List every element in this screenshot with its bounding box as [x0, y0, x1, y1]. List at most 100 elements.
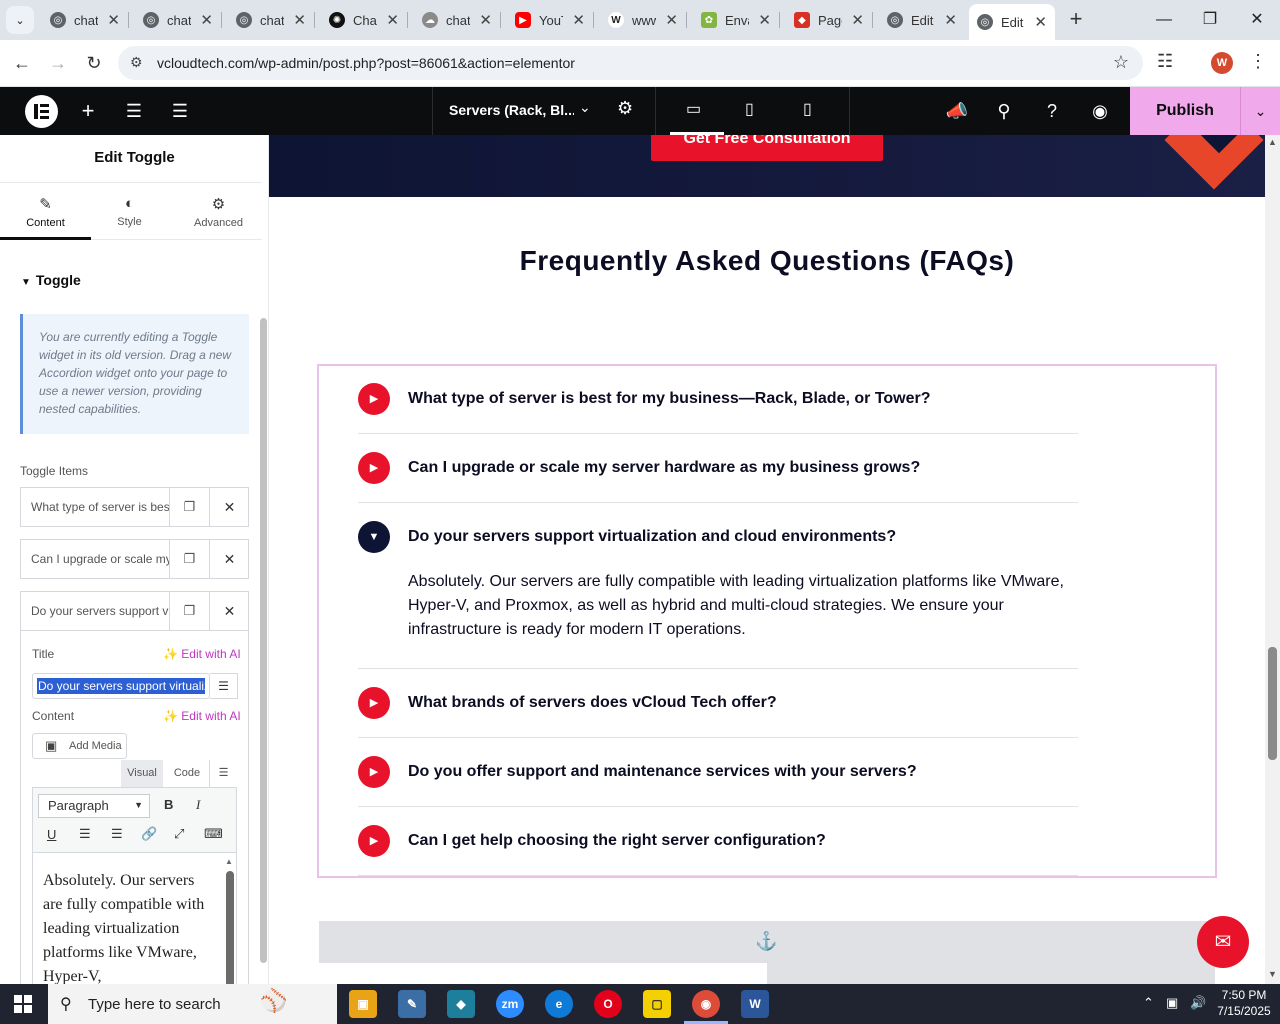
title-input[interactable]: Do your servers support virtualization a… — [32, 673, 210, 699]
faq-item[interactable]: ▶ What brands of servers does vCloud Tec… — [358, 669, 1078, 738]
close-tab-icon[interactable]: ✕ — [386, 11, 399, 29]
browser-tab[interactable]: W www ✕ — [600, 4, 686, 36]
browser-tab[interactable]: ◆ Page ✕ — [786, 4, 872, 36]
duplicate-icon[interactable]: ❐ — [169, 488, 209, 526]
tab-advanced[interactable]: ⚙ Advanced — [173, 183, 264, 240]
site-info-icon[interactable]: ⚙ — [130, 54, 143, 71]
dynamic-tags-icon[interactable]: ☰ — [209, 760, 237, 787]
browser-tab-active[interactable]: ◎ Edit ✕ — [969, 4, 1055, 40]
faq-item[interactable]: ▶ Can I upgrade or scale my server hardw… — [358, 434, 1078, 503]
close-tab-icon[interactable]: ✕ — [944, 11, 957, 29]
scroll-down-icon[interactable]: ▼ — [1268, 969, 1277, 979]
fullscreen-icon[interactable]: ⤢ — [174, 826, 184, 842]
notifications-megaphone-icon[interactable]: 📣 — [945, 99, 969, 123]
new-tab-button[interactable]: + — [1064, 8, 1088, 32]
toolbar-toggle-icon[interactable]: ⌨ — [204, 826, 223, 842]
mobile-icon[interactable]: ▯ — [803, 99, 812, 119]
close-tab-icon[interactable]: ✕ — [200, 11, 213, 29]
repeater-item-open[interactable]: Do your servers support virtualization a… — [20, 591, 249, 631]
tab-style[interactable]: ◐ Style — [84, 183, 175, 240]
add-element-icon[interactable]: + — [76, 99, 100, 123]
browser-tab[interactable]: ◎ Edit ✕ — [879, 4, 965, 36]
tab-code[interactable]: Code — [167, 760, 207, 787]
scroll-up-icon[interactable]: ▲ — [225, 857, 233, 866]
back-arrow-icon[interactable]: ← — [9, 50, 35, 76]
editor-scrollbar[interactable] — [226, 871, 234, 984]
volume-icon[interactable]: 🔊 — [1190, 995, 1206, 1011]
minimize-icon[interactable]: — — [1152, 8, 1176, 32]
app-diamond-icon[interactable]: ◆ — [447, 990, 475, 1018]
section-toggle-header[interactable]: ▼ Toggle — [21, 272, 81, 288]
bold-icon[interactable]: B — [164, 797, 173, 812]
repeater-item[interactable]: What type of server is best for my busin… — [20, 487, 249, 527]
dynamic-tags-icon[interactable]: ☰ — [210, 673, 238, 699]
browser-menu-icon[interactable]: ⋮ — [1249, 51, 1267, 72]
edit-with-ai-link[interactable]: ✨ Edit with AI — [163, 709, 241, 723]
close-tab-icon[interactable]: ✕ — [665, 11, 678, 29]
file-explorer-icon[interactable]: ▣ — [349, 990, 377, 1018]
scroll-up-icon[interactable]: ▲ — [1268, 137, 1277, 147]
tray-chevron-up-icon[interactable]: ⌃ — [1143, 995, 1154, 1011]
numbered-list-icon[interactable]: ☰ — [111, 826, 123, 842]
sticky-notes-icon[interactable]: ▢ — [643, 990, 671, 1018]
close-tab-icon[interactable]: ✕ — [1034, 13, 1047, 31]
chat-bubble-icon[interactable]: ✉ — [1197, 916, 1249, 968]
format-select[interactable]: Paragraph ▼ — [38, 794, 150, 818]
word-icon[interactable]: W — [741, 990, 769, 1018]
restore-icon[interactable]: ❐ — [1198, 8, 1222, 32]
page-selector[interactable]: Servers (Rack, Bl... ⌄ ⚙ — [432, 87, 656, 135]
scrollbar-thumb[interactable] — [1268, 647, 1277, 760]
browser-tab[interactable]: ◎ chat ✕ — [42, 4, 128, 36]
close-tab-icon[interactable]: ✕ — [758, 11, 771, 29]
tab-visual[interactable]: Visual — [121, 760, 163, 787]
zoom-icon[interactable]: zm — [496, 990, 524, 1018]
browser-tab[interactable]: ☁ chat ✕ — [414, 4, 500, 36]
browser-tab[interactable]: ◎ chat ✕ — [228, 4, 314, 36]
faq-item[interactable]: ▶ What type of server is best for my bus… — [358, 365, 1078, 434]
duplicate-icon[interactable]: ❐ — [169, 540, 209, 578]
faq-item[interactable]: ▶ Do you offer support and maintenance s… — [358, 738, 1078, 807]
remove-icon[interactable]: ✕ — [209, 488, 249, 526]
edge-icon[interactable]: e — [545, 990, 573, 1018]
bullet-list-icon[interactable]: ☰ — [79, 826, 91, 842]
close-tab-icon[interactable]: ✕ — [293, 11, 306, 29]
bookmark-star-icon[interactable]: ☆ — [1113, 52, 1129, 73]
reload-icon[interactable]: ↻ — [81, 50, 107, 76]
address-bar[interactable]: ⚙ vcloudtech.com/wp-admin/post.php?post=… — [118, 46, 1143, 80]
add-media-button[interactable]: ▣ Add Media — [32, 733, 127, 759]
underline-icon[interactable]: U — [47, 827, 56, 842]
tablet-icon[interactable]: ▯ — [745, 99, 754, 119]
edit-with-ai-link[interactable]: ✨ Edit with AI — [163, 647, 241, 661]
extensions-icon[interactable]: ☷ — [1157, 51, 1173, 72]
browser-tab[interactable]: ✺ Chat ✕ — [321, 4, 407, 36]
faq-item[interactable]: ▶ Can I get help choosing the right serv… — [358, 807, 1078, 876]
page-settings-gear-icon[interactable]: ⚙ — [617, 98, 633, 119]
paint-app-icon[interactable]: ✎ — [398, 990, 426, 1018]
close-window-icon[interactable]: ✕ — [1245, 8, 1269, 32]
structure-layers-icon[interactable]: ☰ — [168, 99, 192, 123]
close-tab-icon[interactable]: ✕ — [479, 11, 492, 29]
remove-icon[interactable]: ✕ — [209, 540, 249, 578]
forward-arrow-icon[interactable]: → — [45, 50, 71, 76]
tab-search-chevron-icon[interactable]: ⌄ — [6, 6, 34, 34]
taskbar-search[interactable]: ⚲ Type here to search ⚾ — [48, 984, 337, 1024]
free-consultation-button[interactable]: Get Free Consultation — [651, 135, 883, 161]
canvas-scrollbar[interactable]: ▲ ▼ — [1265, 135, 1280, 984]
help-icon[interactable]: ? — [1040, 99, 1064, 123]
windows-start-icon[interactable] — [14, 995, 32, 1013]
link-icon[interactable]: 🔗 — [141, 826, 157, 842]
italic-icon[interactable]: I — [196, 797, 200, 813]
close-tab-icon[interactable]: ✕ — [572, 11, 585, 29]
browser-tab[interactable]: ◎ chat ✕ — [135, 4, 221, 36]
browser-tab[interactable]: ▶ YouT ✕ — [507, 4, 593, 36]
close-tab-icon[interactable]: ✕ — [851, 11, 864, 29]
profile-avatar[interactable]: W — [1211, 52, 1233, 74]
system-clock[interactable]: 7:50 PM 7/15/2025 — [1214, 987, 1274, 1019]
preview-eye-icon[interactable]: ◉ — [1088, 99, 1112, 123]
duplicate-icon[interactable]: ❐ — [169, 592, 209, 630]
rich-text-editor[interactable]: Absolutely. Our servers are fully compat… — [32, 853, 237, 984]
publish-button[interactable]: Publish — [1130, 87, 1240, 135]
publish-options-chevron-icon[interactable]: ⌄ — [1240, 87, 1280, 135]
browser-tab[interactable]: ✿ Enva ✕ — [693, 4, 779, 36]
network-icon[interactable]: ▣ — [1166, 995, 1178, 1011]
